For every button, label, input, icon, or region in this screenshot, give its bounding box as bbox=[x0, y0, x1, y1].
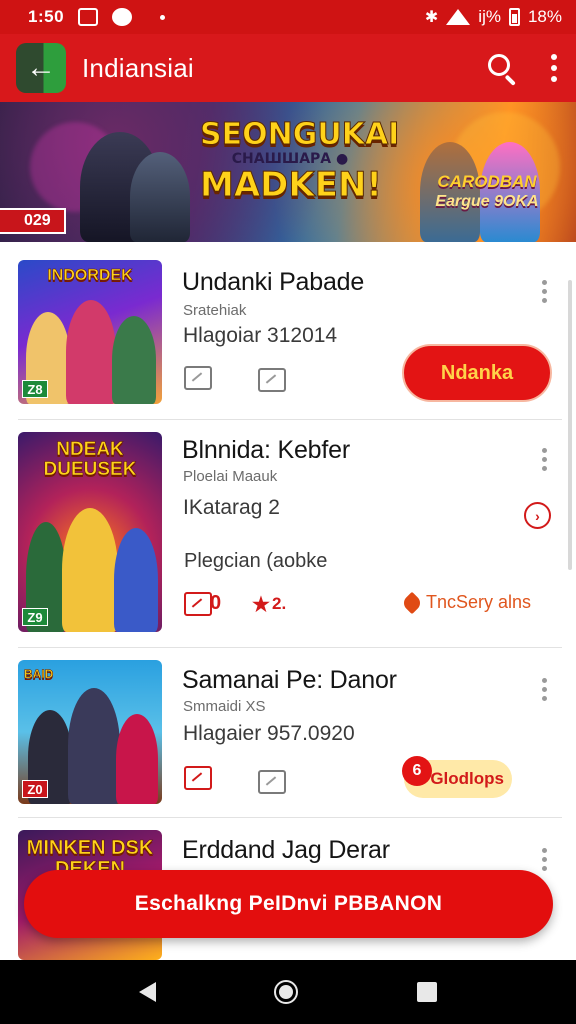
banner-headline: SEONGUKAI СНАШШАРА ● MADKEN! bbox=[200, 117, 400, 205]
banner-headline-top: SEONGUKAI bbox=[200, 117, 400, 152]
item-more-icon[interactable] bbox=[542, 848, 547, 871]
trending-label[interactable]: TncSery alns bbox=[400, 591, 532, 614]
more-notifications-icon bbox=[160, 14, 166, 20]
banner-headline-bottom: MADKEN! bbox=[200, 165, 383, 205]
item-more-icon[interactable] bbox=[542, 448, 547, 471]
flame-icon bbox=[400, 591, 424, 614]
banner-subtitle: CARODBAN Eargue 9OKA bbox=[422, 172, 552, 212]
item-meta: Hlagoiar 312014 bbox=[183, 324, 338, 347]
promo-banner[interactable]: SEONGUKAI СНАШШАРА ● MADKEN! CARODBAN Ea… bbox=[0, 102, 576, 242]
item-title[interactable]: Blnnida: Kebfer bbox=[182, 436, 350, 465]
item-meta: Hlagaier 957.0920 bbox=[183, 722, 355, 745]
app-bar: ← Indiansiai bbox=[0, 34, 576, 102]
game-thumbnail[interactable]: NDEAK DUEUSEK Z9 bbox=[18, 432, 162, 632]
more-vert-icon[interactable] bbox=[548, 54, 560, 82]
upgrade-button[interactable]: 6 Glodlops bbox=[402, 756, 512, 798]
item-more-icon[interactable] bbox=[542, 280, 547, 303]
notification-icon bbox=[78, 8, 99, 26]
item-meta: IKatarag 2 bbox=[183, 496, 280, 519]
battery-percent: іј% bbox=[478, 7, 501, 26]
item-more-icon[interactable] bbox=[542, 678, 547, 701]
rating-value: 2. bbox=[272, 594, 287, 613]
nav-recents-icon[interactable] bbox=[416, 982, 437, 1002]
pill-number: 6 bbox=[402, 756, 432, 786]
banner-sub-line2: Eargue 9OKA bbox=[435, 193, 539, 211]
info-button[interactable]: › bbox=[524, 502, 551, 529]
thumbnail-badge: Z8 bbox=[22, 380, 48, 398]
game-thumbnail[interactable]: BAID Z0 bbox=[18, 660, 162, 804]
status-extra: 18% bbox=[527, 7, 562, 26]
primary-action-button[interactable]: Eschalkng PeIDnvi PBBANON bbox=[24, 870, 553, 938]
banner-headline-mid: СНАШШАРА ● bbox=[231, 151, 349, 167]
edit-icon[interactable] bbox=[184, 592, 212, 616]
scrollbar[interactable] bbox=[568, 280, 572, 570]
image-icon[interactable] bbox=[258, 770, 286, 794]
nav-back-icon[interactable] bbox=[139, 982, 157, 1002]
item-title[interactable]: Undanki Pabade bbox=[182, 268, 364, 297]
banner-sub-line1: CARODBAN bbox=[437, 172, 537, 191]
app-notification-icon bbox=[112, 8, 133, 26]
install-button[interactable]: Ndanka bbox=[402, 344, 552, 402]
pill-label: Glodlops bbox=[430, 769, 504, 788]
image-icon[interactable] bbox=[258, 368, 286, 392]
system-nav-bar bbox=[0, 960, 576, 1024]
banner-badge: 029 bbox=[0, 208, 66, 234]
game-thumbnail[interactable]: INDORDEK Z8 bbox=[18, 260, 162, 404]
list-item[interactable]: INDORDEK Z8 Undanki Pabade Sratehiak Hla… bbox=[0, 242, 576, 420]
thumbnail-badge: Z9 bbox=[22, 608, 48, 626]
arrow-left-icon[interactable]: ← bbox=[16, 43, 66, 93]
item-status: Plegcian (aobke bbox=[184, 550, 328, 572]
edit-icon[interactable] bbox=[184, 366, 212, 390]
bluetooth-icon: ✱ bbox=[424, 9, 439, 26]
item-subtitle: Smmaidi XS bbox=[183, 698, 266, 715]
item-title[interactable]: Erddand Jag Derar bbox=[182, 836, 390, 865]
thumbnail-title: BAID bbox=[24, 667, 54, 681]
status-right: ✱ іј% 18% bbox=[425, 7, 562, 27]
list-item[interactable]: NDEAK DUEUSEK Z9 Blnnida: Kebfer Ploelai… bbox=[0, 420, 576, 648]
app-title: Indiansiai bbox=[82, 52, 194, 83]
banner-character bbox=[130, 152, 190, 242]
thumbnail-title: NDEAK DUEUSEK bbox=[43, 439, 137, 480]
signal-icon bbox=[446, 9, 471, 25]
status-bar: 1:50 ✱ іј% 18% bbox=[0, 0, 576, 34]
thumbnail-title: INDORDEK bbox=[47, 267, 133, 284]
search-icon[interactable] bbox=[486, 52, 518, 86]
star-rating: ★ bbox=[252, 594, 270, 616]
trending-text: TncSery alns bbox=[426, 592, 532, 612]
thumbnail-badge: Z0 bbox=[22, 780, 48, 798]
battery-icon bbox=[508, 8, 520, 26]
item-subtitle: Ploelai Maauk bbox=[183, 468, 278, 485]
edit-icon[interactable] bbox=[184, 766, 212, 790]
nav-home-icon[interactable] bbox=[274, 980, 299, 1004]
list-item[interactable]: BAID Z0 Samanai Pe: Danor Smmaidi XS Hla… bbox=[0, 648, 576, 818]
status-time: 1:50 bbox=[28, 7, 65, 26]
item-subtitle: Sratehiak bbox=[183, 302, 247, 319]
item-title[interactable]: Samanai Pe: Danor bbox=[182, 666, 397, 695]
rating-count: 0 bbox=[210, 592, 222, 614]
